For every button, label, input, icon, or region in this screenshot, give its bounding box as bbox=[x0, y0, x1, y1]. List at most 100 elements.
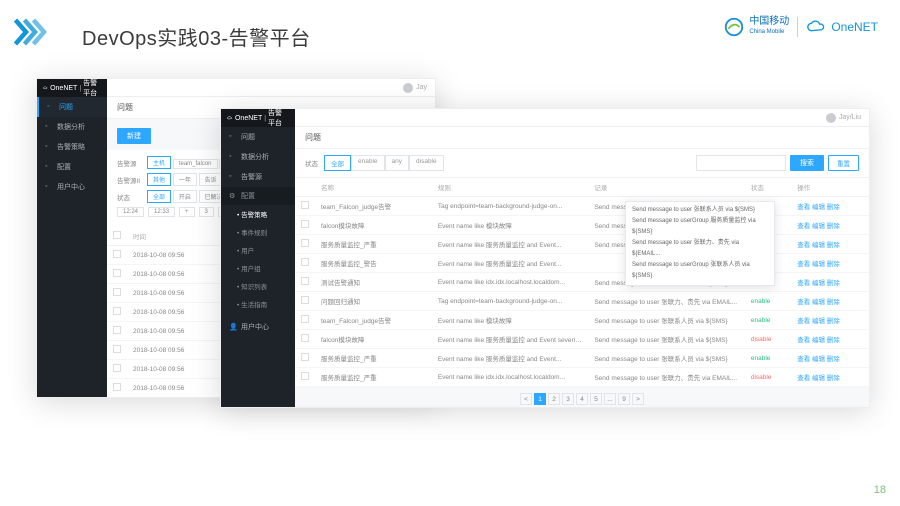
status-tab[interactable]: enable bbox=[351, 155, 385, 171]
filter-pill[interactable]: 一年 bbox=[173, 173, 197, 186]
status-tab[interactable]: 全部 bbox=[324, 155, 351, 171]
page-button[interactable]: > bbox=[632, 393, 644, 405]
search-button[interactable]: 搜索 bbox=[790, 155, 824, 171]
sidebar-label: 数据分析 bbox=[57, 122, 85, 132]
sidebar-sub-5[interactable]: • 生活指南 bbox=[221, 295, 295, 313]
page-button[interactable]: 4 bbox=[576, 393, 588, 405]
col-name: 名称 bbox=[315, 178, 432, 197]
cell-actions[interactable]: 查看 编辑 删除 bbox=[791, 216, 869, 235]
page-button[interactable]: 3 bbox=[562, 393, 574, 405]
row-checkbox[interactable] bbox=[113, 345, 121, 353]
filter-pill[interactable]: 主机 bbox=[147, 156, 171, 169]
page-button[interactable]: 1 bbox=[534, 393, 546, 405]
table-row[interactable]: 测试告警通知Event name like idx.idx.localhost.… bbox=[295, 273, 869, 292]
sidebar-section-config[interactable]: ⚙ 配置 bbox=[221, 187, 295, 205]
sidebar-label: 告警源 bbox=[241, 172, 262, 182]
row-checkbox[interactable] bbox=[301, 239, 309, 247]
row-checkbox[interactable] bbox=[301, 258, 309, 266]
sidebar-label: 用户中心 bbox=[57, 182, 85, 192]
table-row[interactable]: falcon模块故障Event name like 服务质量监控 and Eve… bbox=[295, 330, 869, 349]
time-pill[interactable]: 3 bbox=[199, 207, 214, 217]
time-pill[interactable]: 12:24 bbox=[117, 207, 144, 217]
row-checkbox[interactable] bbox=[113, 307, 121, 315]
cell-actions[interactable]: 查看 编辑 删除 bbox=[791, 368, 869, 387]
filter-pill[interactable]: 其他 bbox=[147, 173, 171, 186]
page-button[interactable]: 2 bbox=[548, 393, 560, 405]
back-logo-suffix: 告警平台 bbox=[83, 78, 101, 98]
table-row[interactable]: team_Falcon_judge告警Tag endpoint=team-bac… bbox=[295, 197, 869, 216]
new-button[interactable]: 新建 bbox=[117, 128, 151, 144]
sidebar-section-label: 配置 bbox=[241, 191, 255, 201]
status-tab[interactable]: any bbox=[385, 155, 409, 171]
sidebar-item-main-0[interactable]: ◦问题 bbox=[221, 127, 295, 147]
time-pill[interactable]: + bbox=[179, 207, 195, 217]
row-checkbox[interactable] bbox=[301, 353, 309, 361]
back-user: Jay bbox=[416, 84, 427, 91]
sidebar-item-1[interactable]: ◦数据分析 bbox=[37, 117, 107, 137]
cell-actions[interactable]: 查看 编辑 删除 bbox=[791, 330, 869, 349]
table-row[interactable]: 服务质量监控_警告Event name like 服务质量监控 and Even… bbox=[295, 254, 869, 273]
sidebar-sub-0[interactable]: • 告警策略 bbox=[221, 205, 295, 223]
table-row[interactable]: 服务质量监控_严重Event name like 服务质量监控 and Even… bbox=[295, 349, 869, 368]
status-tab[interactable]: disable bbox=[409, 155, 444, 171]
filter-pill[interactable]: 开启 bbox=[173, 190, 197, 203]
row-checkbox[interactable] bbox=[301, 277, 309, 285]
cell-actions[interactable]: 查看 编辑 删除 bbox=[791, 349, 869, 368]
sidebar-sub-2[interactable]: • 用户 bbox=[221, 241, 295, 259]
reset-button[interactable]: 重置 bbox=[828, 155, 859, 171]
row-checkbox[interactable] bbox=[301, 201, 309, 209]
cell-actions[interactable]: 查看 编辑 删除 bbox=[791, 235, 869, 254]
cell-actions[interactable]: 查看 编辑 删除 bbox=[791, 273, 869, 292]
nav-icon: ◦ bbox=[45, 163, 53, 171]
cell-actions[interactable]: 查看 编辑 删除 bbox=[791, 197, 869, 216]
cell-actions[interactable]: 查看 编辑 删除 bbox=[791, 292, 869, 311]
row-checkbox[interactable] bbox=[113, 250, 121, 258]
filter-pill[interactable]: team_falcon bbox=[173, 159, 218, 169]
row-checkbox[interactable] bbox=[113, 383, 121, 391]
row-checkbox[interactable] bbox=[301, 220, 309, 228]
sidebar-sub-1[interactable]: • 事件规则 bbox=[221, 223, 295, 241]
sidebar-sub-4[interactable]: • 知识列表 bbox=[221, 277, 295, 295]
sidebar-item-main-2[interactable]: ◦告警源 bbox=[221, 167, 295, 187]
row-checkbox[interactable] bbox=[113, 326, 121, 334]
cell-rule: Event name like 服务质量监控 and Event... bbox=[432, 254, 589, 273]
sidebar-sub-3[interactable]: • 用户组 bbox=[221, 259, 295, 277]
cell-status: disable bbox=[745, 368, 791, 387]
row-checkbox[interactable] bbox=[113, 288, 121, 296]
cell-status: enable bbox=[745, 292, 791, 311]
cell-actions[interactable]: 查看 编辑 删除 bbox=[791, 311, 869, 330]
table-row[interactable]: 服务质量监控_严重Event name like 服务质量监控 and Even… bbox=[295, 235, 869, 254]
table-row[interactable]: 问题回归通知Tag endpoint=team-background-judge… bbox=[295, 292, 869, 311]
page-button[interactable]: 5 bbox=[590, 393, 602, 405]
front-sidebar: OneNET | 告警平台 ◦问题◦数据分析◦告警源 ⚙ 配置 • 告警策略• … bbox=[221, 109, 295, 407]
row-checkbox[interactable] bbox=[301, 334, 309, 342]
table-row[interactable]: falcon模块故障Event name like 模块故障Send messa… bbox=[295, 216, 869, 235]
row-checkbox[interactable] bbox=[113, 269, 121, 277]
sidebar-item-2[interactable]: ◦告警策略 bbox=[37, 137, 107, 157]
cell-name: 服务质量监控_严重 bbox=[315, 349, 432, 368]
sidebar-item-usercenter[interactable]: 👤 用户中心 bbox=[221, 317, 295, 337]
page-button[interactable]: < bbox=[520, 393, 532, 405]
sidebar-item-0[interactable]: ◦问题 bbox=[37, 97, 107, 117]
filter-pill[interactable]: 全部 bbox=[147, 190, 171, 203]
page-button[interactable]: 9 bbox=[618, 393, 630, 405]
search-input[interactable] bbox=[696, 155, 786, 171]
cell-record: Send message to user 张联系人员 via ${SMS} bbox=[588, 330, 745, 349]
row-checkbox[interactable] bbox=[301, 315, 309, 323]
table-row[interactable]: 服务质量监控_严重Event name like idx.idx.localho… bbox=[295, 368, 869, 387]
time-pill[interactable]: 12:33 bbox=[148, 207, 175, 217]
config-icon: ⚙ bbox=[229, 192, 237, 200]
sidebar-item-main-1[interactable]: ◦数据分析 bbox=[221, 147, 295, 167]
row-checkbox[interactable] bbox=[301, 296, 309, 304]
cell-rule: Event name like 服务质量监控 and Event... bbox=[432, 235, 589, 254]
row-checkbox[interactable] bbox=[301, 372, 309, 380]
cell-name: 测试告警通知 bbox=[315, 273, 432, 292]
page-button[interactable]: ... bbox=[604, 393, 616, 405]
table-row[interactable]: team_Falcon_judge告警Event name like 模块故障S… bbox=[295, 311, 869, 330]
sidebar-item-3[interactable]: ◦配置 bbox=[37, 157, 107, 177]
avatar-icon bbox=[403, 83, 413, 93]
checkbox-icon[interactable] bbox=[113, 231, 121, 239]
row-checkbox[interactable] bbox=[113, 364, 121, 372]
cell-actions[interactable]: 查看 编辑 删除 bbox=[791, 254, 869, 273]
sidebar-item-4[interactable]: ◦用户中心 bbox=[37, 177, 107, 197]
